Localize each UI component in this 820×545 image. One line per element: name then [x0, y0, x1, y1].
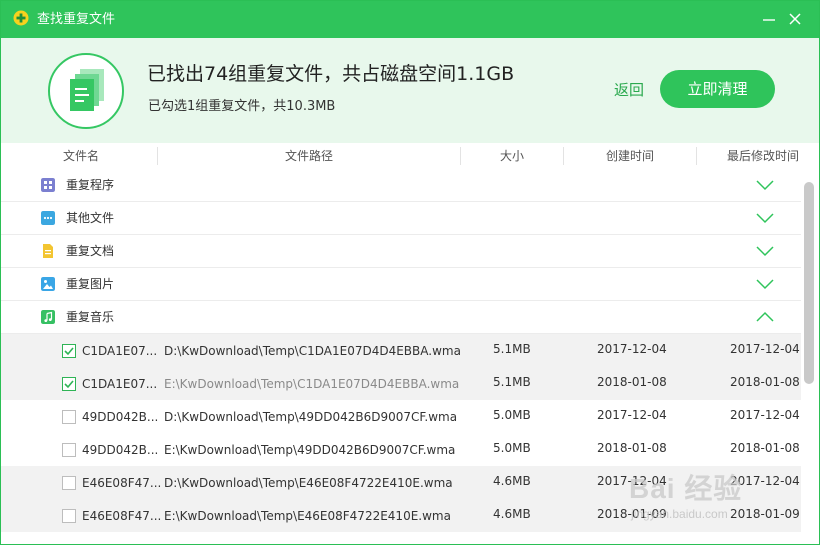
file-modified-date: 2017-12-04 [730, 342, 800, 356]
column-divider[interactable] [157, 147, 158, 165]
duplicate-documents-icon [48, 53, 124, 129]
other-file-icon [41, 211, 55, 225]
category-label: 重复音乐 [66, 310, 115, 324]
category-label: 重复程序 [66, 178, 115, 192]
category-row-programs[interactable]: 重复程序 [1, 169, 801, 202]
column-header-path[interactable]: 文件路径 [285, 149, 333, 163]
file-created-date: 2017-12-04 [597, 342, 667, 356]
file-created-date: 2018-01-08 [597, 375, 667, 389]
file-row[interactable]: C1DA1E07... E:\KwDownload\Temp\C1DA1E07D… [1, 367, 801, 400]
file-path: E:\KwDownload\Temp\C1DA1E07D4D4EBBA.wma [164, 377, 460, 391]
file-modified-date: 2018-01-08 [730, 375, 800, 389]
category-label: 其他文件 [66, 211, 115, 225]
file-checkbox[interactable] [62, 410, 76, 424]
title-bar[interactable]: 查找重复文件 [1, 1, 819, 38]
watermark-url: jingyan.baidu.com [631, 507, 728, 521]
music-icon [41, 310, 55, 324]
file-checkbox[interactable] [62, 509, 76, 523]
file-path: D:\KwDownload\Temp\C1DA1E07D4D4EBBA.wma [164, 344, 461, 358]
file-path: E:\KwDownload\Temp\49DD042B6D9007CF.wma [164, 443, 456, 457]
file-size: 5.1MB [493, 375, 531, 389]
minimize-button[interactable] [757, 7, 781, 31]
back-link[interactable]: 返回 [614, 81, 644, 100]
chevron-down-icon[interactable] [755, 278, 775, 290]
document-icon [43, 244, 53, 258]
file-checkbox[interactable] [62, 476, 76, 490]
category-row-other-files[interactable]: 其他文件 [1, 202, 801, 235]
file-name: 49DD042B... [82, 410, 159, 424]
column-header-modified[interactable]: 最后修改时间 [727, 149, 799, 163]
close-icon [789, 13, 801, 25]
file-name: 49DD042B... [82, 443, 159, 457]
category-label: 重复图片 [66, 277, 115, 291]
chevron-down-icon[interactable] [755, 212, 775, 224]
file-modified-date: 2018-01-08 [730, 441, 800, 455]
column-header-name[interactable]: 文件名 [63, 149, 99, 163]
checkmark-icon [64, 347, 74, 356]
close-button[interactable] [783, 7, 807, 31]
category-row-documents[interactable]: 重复文档 [1, 235, 801, 268]
file-checkbox[interactable] [62, 443, 76, 457]
column-divider[interactable] [563, 147, 564, 165]
minimize-icon [763, 19, 775, 21]
selection-summary: 已勾选1组重复文件，共10.3MB [148, 99, 336, 114]
column-header-size[interactable]: 大小 [500, 149, 524, 163]
category-row-images[interactable]: 重复图片 [1, 268, 801, 301]
column-header-created[interactable]: 创建时间 [606, 149, 654, 163]
scan-summary-panel: 已找出74组重复文件，共占磁盘空间1.1GB 已勾选1组重复文件，共10.3MB… [1, 38, 819, 143]
file-checkbox[interactable] [62, 344, 76, 358]
file-size: 4.6MB [493, 507, 531, 521]
file-name: C1DA1E07... [82, 377, 158, 391]
program-grid-icon [41, 178, 55, 192]
file-size: 5.0MB [493, 441, 531, 455]
watermark-text: Bai 经验 [629, 473, 743, 504]
chevron-down-icon[interactable] [755, 179, 775, 191]
baidu-watermark: Bai 经验 jingyan.baidu.com [629, 459, 809, 529]
file-path: D:\KwDownload\Temp\49DD042B6D9007CF.wma [164, 410, 458, 424]
file-name: E46E08F47... [82, 476, 162, 490]
file-path: D:\KwDownload\Temp\E46E08F4722E410E.wma [164, 476, 453, 490]
file-size: 5.0MB [493, 408, 531, 422]
file-checkbox[interactable] [62, 377, 76, 391]
scan-result-headline: 已找出74组重复文件，共占磁盘空间1.1GB [147, 63, 515, 85]
file-name: E46E08F47... [82, 509, 162, 523]
file-name: C1DA1E07... [82, 344, 158, 358]
file-modified-date: 2017-12-04 [730, 408, 800, 422]
scrollbar-thumb[interactable] [804, 182, 814, 384]
category-label: 重复文档 [66, 244, 115, 258]
file-path: E:\KwDownload\Temp\E46E08F4722E410E.wma [164, 509, 451, 523]
window-title: 查找重复文件 [37, 12, 116, 27]
file-created-date: 2017-12-04 [597, 408, 667, 422]
file-row[interactable]: C1DA1E07... D:\KwDownload\Temp\C1DA1E07D… [1, 334, 801, 367]
chevron-down-icon[interactable] [755, 245, 775, 257]
category-row-music[interactable]: 重复音乐 [1, 301, 801, 334]
duplicate-finder-window: 查找重复文件 已找出74组重复文件，共占磁盘空间1.1GB 已勾选1组重复文件，… [0, 0, 820, 545]
column-divider[interactable] [460, 147, 461, 165]
column-divider[interactable] [696, 147, 697, 165]
file-created-date: 2018-01-08 [597, 441, 667, 455]
table-header: 文件名 文件路径 大小 创建时间 最后修改时间 [1, 143, 819, 170]
checkmark-icon [64, 380, 74, 389]
clean-now-button[interactable]: 立即清理 [660, 70, 775, 108]
chevron-up-icon[interactable] [755, 311, 775, 323]
file-size: 4.6MB [493, 474, 531, 488]
file-row[interactable]: 49DD042B... D:\KwDownload\Temp\49DD042B6… [1, 400, 801, 433]
file-size: 5.1MB [493, 342, 531, 356]
app-logo-icon [13, 10, 29, 26]
image-icon [41, 277, 55, 291]
